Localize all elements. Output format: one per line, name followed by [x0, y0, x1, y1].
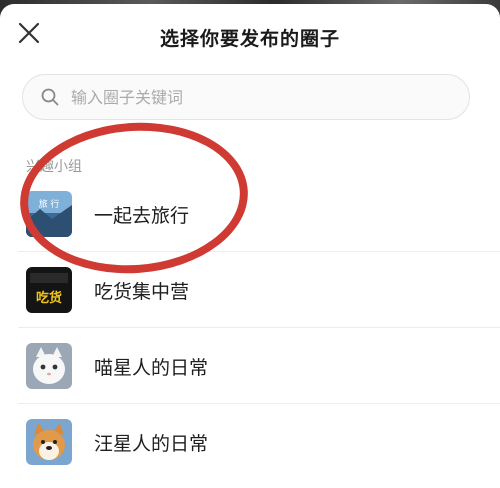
group-item-cat[interactable]: 喵星人的日常: [0, 328, 500, 404]
group-name: 一起去旅行: [94, 204, 190, 227]
group-picker-sheet: 选择你要发布的圈子 兴趣小组 旅 行 一起去旅行: [0, 4, 500, 488]
group-name: 吃货集中营: [94, 280, 190, 303]
search-input[interactable]: [69, 86, 433, 108]
foodie-avatar-text: 吃货: [36, 290, 62, 306]
group-list: 旅 行 一起去旅行 吃货 吃货集中营 喵星人的日常 汪星人的日常: [0, 176, 500, 480]
cat-avatar: [26, 343, 72, 389]
travel-avatar: 旅 行: [26, 191, 72, 237]
search-bar[interactable]: [22, 74, 470, 120]
sheet-header: 选择你要发布的圈子: [0, 4, 500, 68]
group-name: 汪星人的日常: [94, 432, 209, 455]
group-item-travel[interactable]: 旅 行 一起去旅行: [0, 176, 500, 252]
section-label: 兴趣小组: [26, 159, 82, 175]
travel-avatar-text: 旅 行: [39, 198, 60, 210]
dog-avatar: [26, 419, 72, 465]
foodie-avatar: 吃货: [26, 267, 72, 313]
group-name: 喵星人的日常: [94, 356, 209, 379]
page-title: 选择你要发布的圈子: [159, 28, 340, 50]
group-item-foodie[interactable]: 吃货 吃货集中营: [0, 252, 500, 328]
search-icon: [41, 88, 59, 106]
group-item-dog[interactable]: 汪星人的日常: [0, 404, 500, 480]
